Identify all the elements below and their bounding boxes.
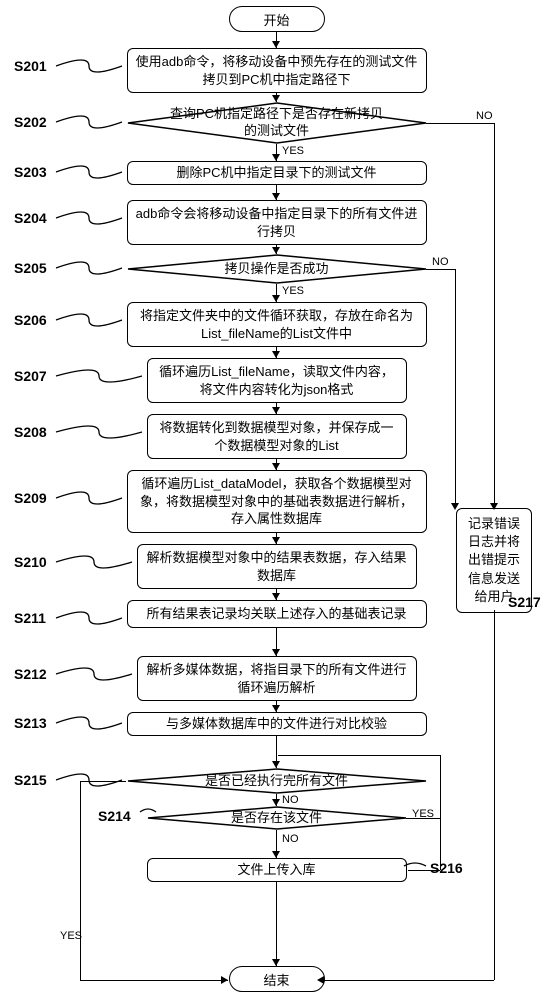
step-s202: 查询PC机指定路径下是否存在新拷贝的测试文件 bbox=[127, 102, 427, 144]
arrow-icon bbox=[272, 537, 280, 544]
step-s209: 循环遍历List_dataModel，获取各个数据模型对象，将数据模型对象中的基… bbox=[127, 470, 427, 533]
arrow-icon bbox=[272, 351, 280, 358]
edge-s214-yes-top bbox=[278, 755, 440, 756]
step-s216: 文件上传入库 bbox=[147, 858, 407, 882]
arrow-icon bbox=[272, 851, 280, 858]
step-s212: 解析多媒体数据，将指目录下的所有文件进行循环遍历解析 bbox=[137, 656, 417, 701]
arrow-icon bbox=[272, 41, 280, 48]
label-s217: S217 bbox=[508, 594, 541, 610]
edge-no-vert-inner bbox=[455, 269, 456, 508]
label-s216: S216 bbox=[430, 860, 463, 876]
label-s205: S205 bbox=[14, 260, 47, 276]
arrow-icon bbox=[317, 976, 324, 984]
step-s210-text: 解析数据模型对象中的结果表数据，存入结果数据库 bbox=[146, 550, 406, 583]
terminator-start: 开始 bbox=[229, 6, 325, 32]
arrow-icon bbox=[272, 247, 280, 254]
label-s215: S215 bbox=[14, 772, 47, 788]
edge-s216-loop-v bbox=[440, 755, 441, 870]
step-s212-text: 解析多媒体数据，将指目录下的所有文件进行循环遍历解析 bbox=[146, 662, 406, 695]
step-s214-text: 是否存在该文件 bbox=[231, 810, 322, 825]
label-s203: S203 bbox=[14, 164, 47, 180]
edge-yes-s205: YES bbox=[282, 285, 304, 297]
edge-s217-to-end bbox=[324, 980, 494, 981]
terminator-end: 结束 bbox=[229, 966, 325, 992]
step-s201: 使用adb命令，将移动设备中预先存在的测试文件拷贝到PC机中指定路径下 bbox=[127, 48, 427, 93]
arrow-icon bbox=[490, 503, 498, 510]
label-s202: S202 bbox=[14, 114, 47, 130]
step-s204: adb命令会将移动设备中指定目录下的所有文件进行拷贝 bbox=[127, 200, 427, 245]
arrow-icon bbox=[272, 407, 280, 414]
edge-no-s215: NO bbox=[282, 794, 299, 806]
edge-no-vert bbox=[494, 123, 495, 508]
step-s213: 与多媒体数据库中的文件进行对比校验 bbox=[127, 712, 427, 736]
terminator-start-label: 开始 bbox=[263, 10, 289, 29]
step-s206-text: 将指定文件夹中的文件循环获取，存放在命名为List_fileName的List文… bbox=[140, 308, 413, 341]
step-s207: 循环遍历List_fileName，读取文件内容，将文件内容转化为json格式 bbox=[147, 358, 407, 403]
arrow-icon bbox=[272, 593, 280, 600]
arrow-icon bbox=[272, 649, 280, 656]
edge-s214-yes-h bbox=[406, 818, 440, 819]
arrow-icon bbox=[272, 154, 280, 161]
step-s201-text: 使用adb命令，将移动设备中预先存在的测试文件拷贝到PC机中指定路径下 bbox=[136, 54, 418, 87]
edge-s202-no bbox=[426, 123, 494, 124]
arrow-icon bbox=[272, 95, 280, 102]
edge-yes-s202: YES bbox=[282, 145, 304, 157]
label-s209: S209 bbox=[14, 490, 47, 506]
step-s207-text: 循环遍历List_fileName，读取文件内容，将文件内容转化为json格式 bbox=[159, 364, 394, 397]
step-s202-text: 查询PC机指定路径下是否存在新拷贝的测试文件 bbox=[170, 106, 383, 138]
label-s210: S210 bbox=[14, 554, 47, 570]
step-s215-text: 是否已经执行完所有文件 bbox=[205, 773, 348, 788]
step-s217-text: 记录错误日志并将出错提示信息发送给用户 bbox=[468, 516, 520, 604]
arrow-icon bbox=[272, 761, 280, 768]
label-s206: S206 bbox=[14, 312, 47, 328]
edge-s205-no bbox=[426, 269, 456, 270]
label-s211: S211 bbox=[14, 610, 46, 626]
arrow-icon bbox=[272, 959, 280, 966]
arrow-icon bbox=[221, 976, 228, 984]
edge-s215-yes-bot bbox=[80, 980, 228, 981]
edge-s217-down bbox=[494, 610, 495, 980]
label-s204: S204 bbox=[14, 210, 47, 226]
step-s206: 将指定文件夹中的文件循环获取，存放在命名为List_fileName的List文… bbox=[127, 302, 427, 347]
step-s208-text: 将数据转化到数据模型对象，并保存成一个数据模型对象的List bbox=[159, 420, 393, 453]
arrow-icon bbox=[272, 193, 280, 200]
label-s201: S201 bbox=[14, 58, 47, 74]
step-s203: 删除PC机中指定目录下的测试文件 bbox=[127, 161, 427, 185]
label-s207: S207 bbox=[14, 368, 47, 384]
arrow-icon bbox=[272, 799, 280, 806]
step-s203-text: 删除PC机中指定目录下的测试文件 bbox=[176, 165, 376, 180]
step-s211: 所有结果表记录均关联上述存入的基础表记录 bbox=[127, 600, 427, 628]
step-s209-text: 循环遍历List_dataModel，获取各个数据模型对象，将数据模型对象中的基… bbox=[140, 476, 413, 526]
label-s212: S212 bbox=[14, 666, 47, 682]
arrow-icon bbox=[451, 503, 459, 510]
step-s214: 是否存在该文件 bbox=[147, 806, 407, 830]
label-s214: S214 bbox=[98, 808, 131, 824]
edge-no-s202: NO bbox=[476, 110, 493, 122]
step-s216-text: 文件上传入库 bbox=[237, 862, 315, 877]
edge-s215-yes-v bbox=[80, 781, 81, 980]
step-s205-text: 拷贝操作是否成功 bbox=[224, 261, 328, 276]
label-s213: S213 bbox=[14, 715, 47, 731]
edge-yes-s215: YES bbox=[60, 930, 82, 942]
arrow-icon bbox=[272, 463, 280, 470]
arrow-icon bbox=[272, 705, 280, 712]
step-s210: 解析数据模型对象中的结果表数据，存入结果数据库 bbox=[137, 544, 417, 589]
step-s215: 是否已经执行完所有文件 bbox=[127, 768, 427, 794]
step-s205: 拷贝操作是否成功 bbox=[127, 254, 427, 284]
terminator-end-label: 结束 bbox=[263, 970, 289, 989]
label-s208: S208 bbox=[14, 424, 47, 440]
step-s211-text: 所有结果表记录均关联上述存入的基础表记录 bbox=[146, 606, 406, 621]
step-s208: 将数据转化到数据模型对象，并保存成一个数据模型对象的List bbox=[147, 414, 407, 459]
edge-no-s214: NO bbox=[282, 833, 299, 845]
arrow-icon bbox=[272, 295, 280, 302]
step-s204-text: adb命令会将移动设备中指定目录下的所有文件进行拷贝 bbox=[136, 206, 418, 239]
step-s213-text: 与多媒体数据库中的文件进行对比校验 bbox=[166, 716, 387, 731]
edge-no-s205: NO bbox=[432, 256, 449, 268]
